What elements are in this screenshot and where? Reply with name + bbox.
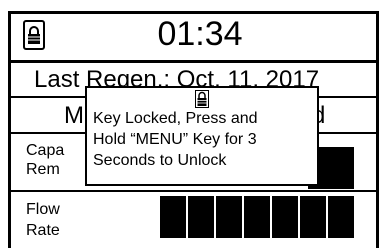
flow-label-line2: Rate — [26, 222, 60, 239]
dialog-line-2: Hold “MENU” Key for 3 — [93, 131, 257, 148]
header-lock-icon — [23, 20, 45, 50]
row-divider — [8, 190, 379, 192]
flow-bar-segment — [328, 196, 354, 238]
mode-text: M — [64, 102, 84, 129]
flow-label-line1: Flow — [26, 201, 60, 218]
flow-bar-segment — [272, 196, 298, 238]
capacity-label-line1: Capa — [26, 142, 65, 159]
flow-bar-segment — [160, 196, 186, 238]
lcd-screen: 01:34 Last Regen.: Oct. 11, 2017 M d Cap… — [0, 0, 387, 248]
key-locked-dialog: Key Locked, Press and Hold “MENU” Key fo… — [85, 86, 319, 186]
flow-bar-segment — [216, 196, 242, 238]
dialog-message: Key Locked, Press and Hold “MENU” Key fo… — [93, 108, 319, 171]
flow-bar-segment — [188, 196, 214, 238]
flow-bar-segment — [244, 196, 270, 238]
clock-time: 01:34 — [157, 15, 243, 53]
flow-bar-segment — [300, 196, 326, 238]
flow-rate-bar — [160, 196, 354, 238]
capacity-label-line2: Rem — [26, 161, 60, 178]
dialog-line-3: Seconds to Unlock — [93, 152, 227, 169]
dialog-line-1: Key Locked, Press and — [93, 110, 258, 127]
lock-icon — [28, 26, 40, 44]
lock-icon — [195, 90, 209, 108]
